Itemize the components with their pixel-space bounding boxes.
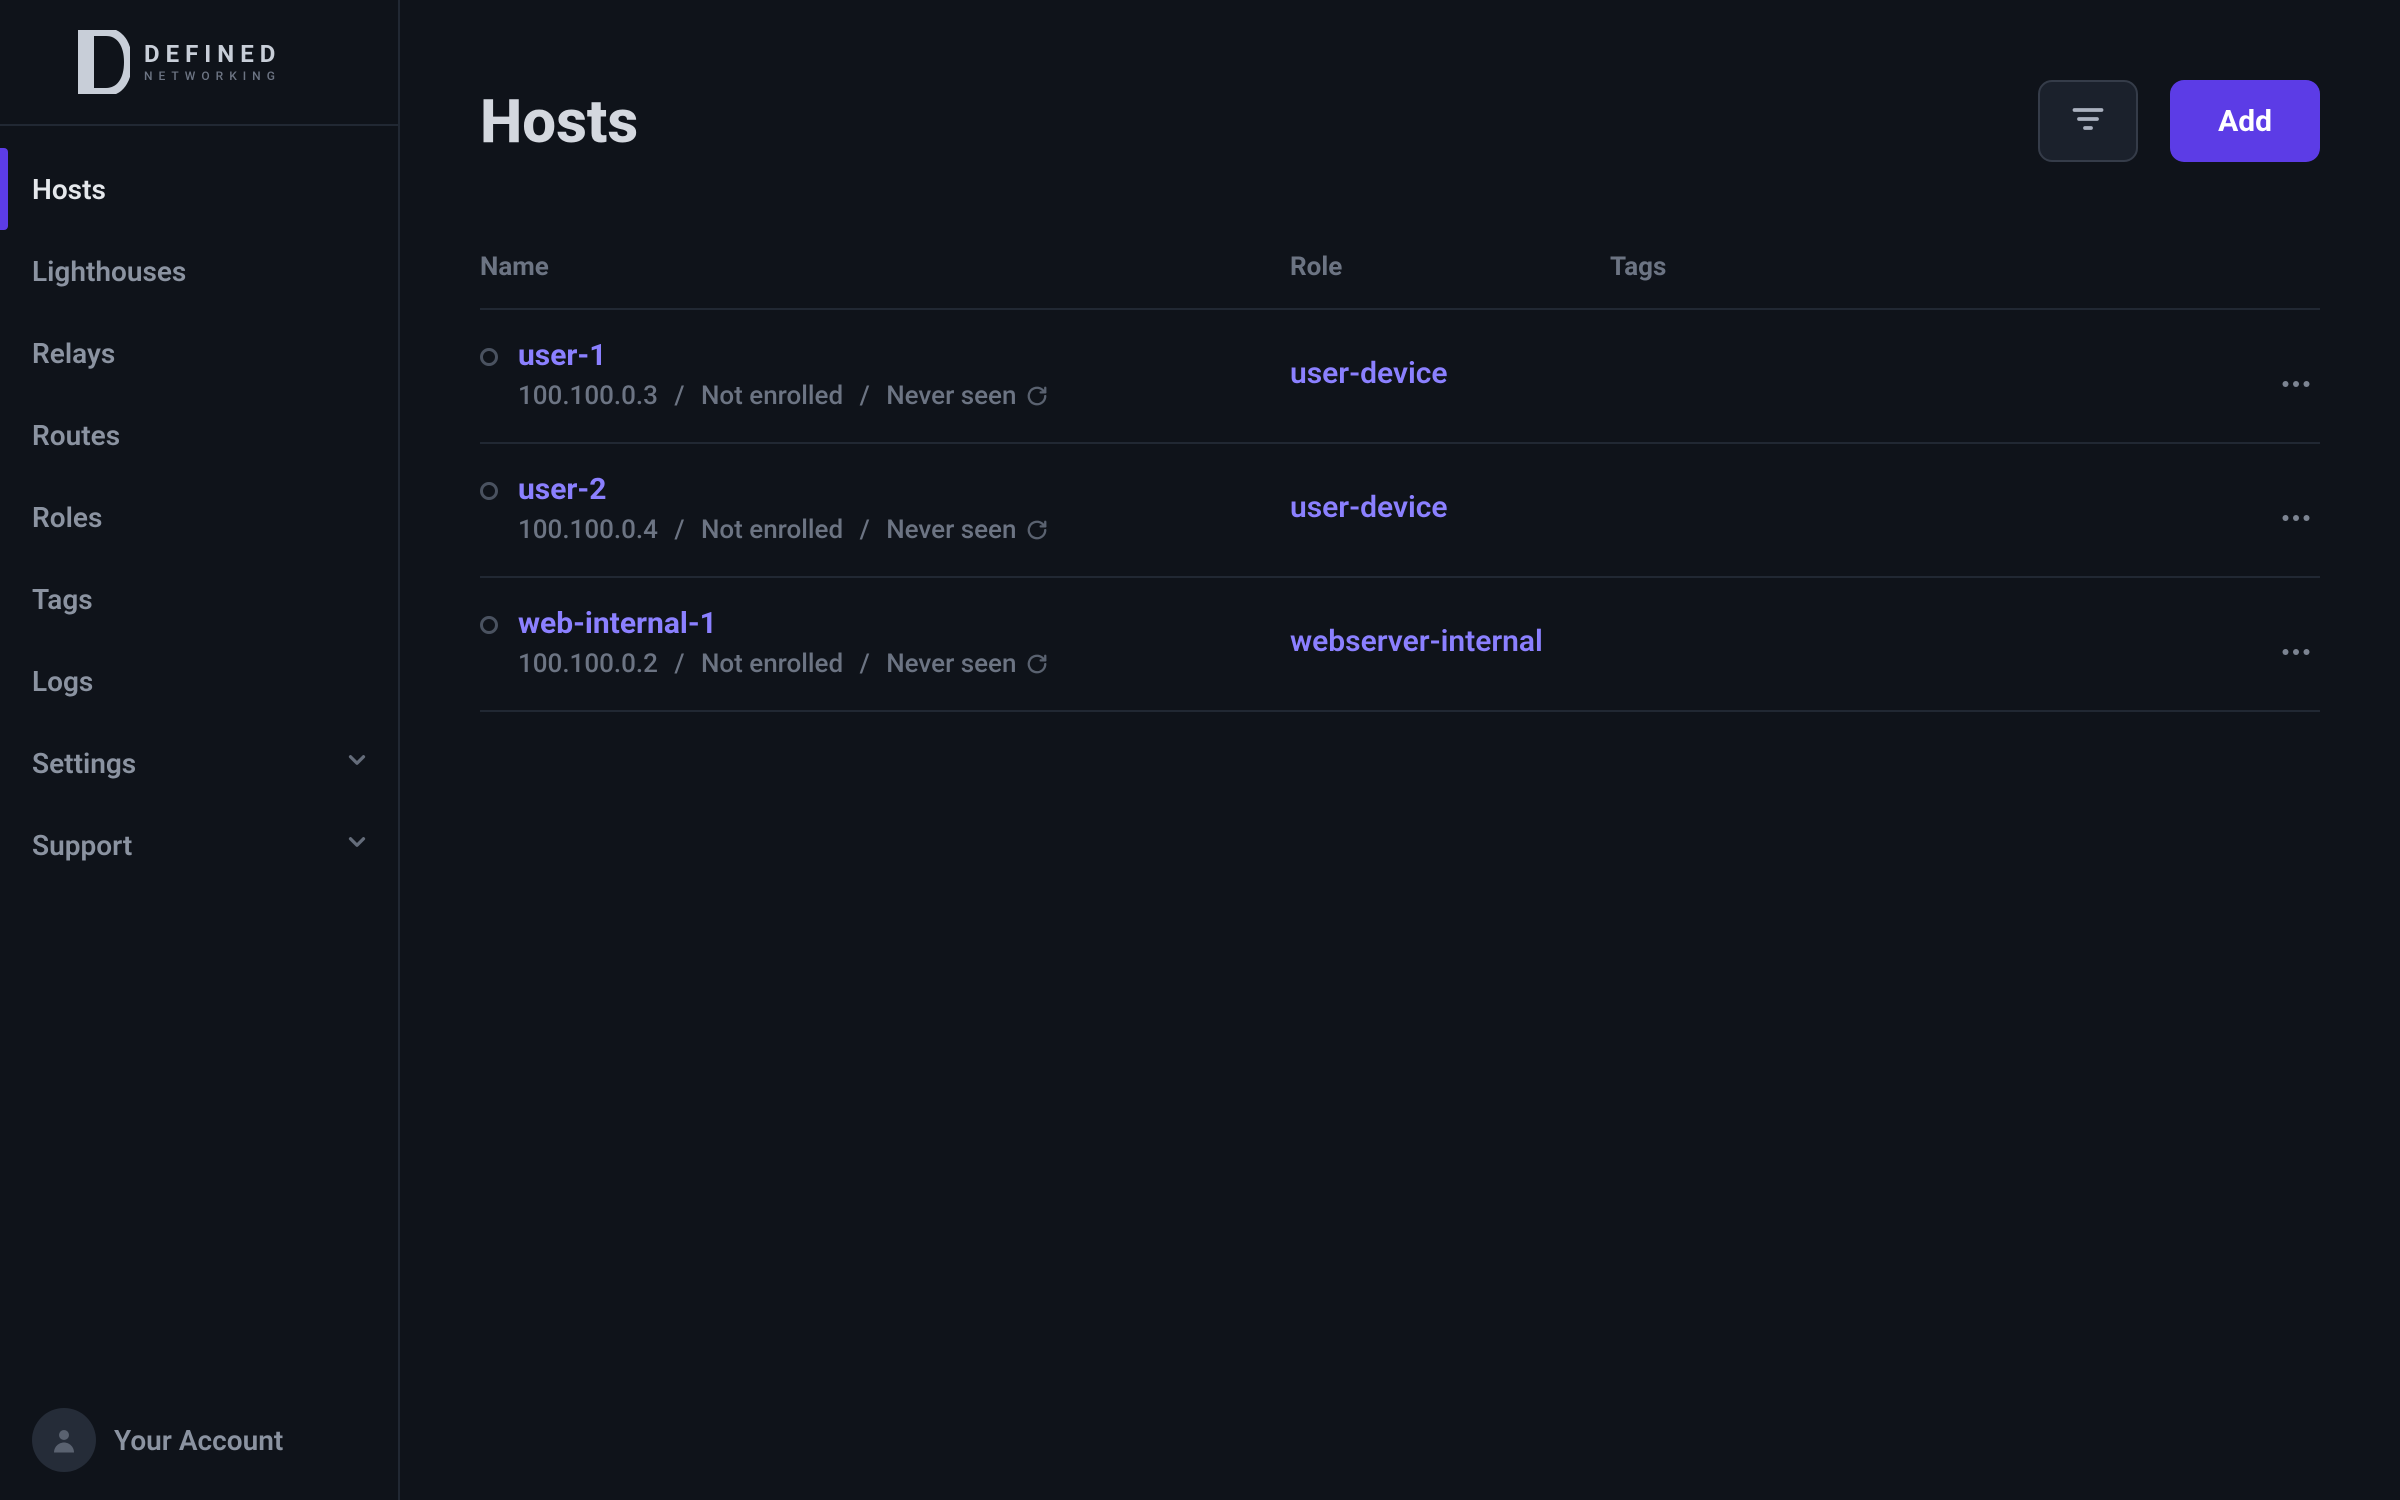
account-label: Your Account — [114, 1424, 283, 1457]
row-actions-button[interactable] — [2272, 360, 2320, 412]
sidebar-item-tags[interactable]: Tags — [0, 558, 398, 640]
page-header: Hosts Add — [480, 80, 2320, 162]
host-subtext: 100.100.0.3 / Not enrolled / Never seen — [518, 381, 1048, 411]
status-indicator-icon — [480, 616, 498, 634]
more-horizontal-icon — [2278, 391, 2314, 406]
sidebar-item-lighthouses[interactable]: Lighthouses — [0, 230, 398, 312]
sidebar: DEFINED NETWORKING Hosts Lighthouses Rel… — [0, 0, 400, 1500]
account-button[interactable]: Your Account — [0, 1380, 398, 1500]
sidebar-item-routes[interactable]: Routes — [0, 394, 398, 476]
sidebar-item-label: Settings — [32, 747, 136, 780]
table-row: user-1 100.100.0.3 / Not enrolled / Neve… — [480, 310, 2320, 444]
column-header-name: Name — [480, 252, 1290, 282]
main-content: Hosts Add Name Role Tags user — [400, 0, 2400, 1500]
sidebar-item-support[interactable]: Support — [0, 804, 398, 886]
sidebar-item-logs[interactable]: Logs — [0, 640, 398, 722]
status-indicator-icon — [480, 348, 498, 366]
host-role-link[interactable]: user-device — [1290, 356, 1448, 391]
user-icon — [32, 1408, 96, 1472]
sidebar-item-label: Lighthouses — [32, 255, 186, 288]
sidebar-item-label: Routes — [32, 419, 120, 452]
column-header-role: Role — [1290, 252, 1610, 282]
sidebar-item-label: Hosts — [32, 173, 106, 206]
host-subtext: 100.100.0.4 / Not enrolled / Never seen — [518, 515, 1048, 545]
sidebar-item-hosts[interactable]: Hosts — [0, 148, 398, 230]
chevron-down-icon — [344, 747, 370, 780]
refresh-icon[interactable] — [1026, 519, 1048, 541]
sidebar-item-relays[interactable]: Relays — [0, 312, 398, 394]
sidebar-item-label: Relays — [32, 337, 115, 370]
sidebar-item-settings[interactable]: Settings — [0, 722, 398, 804]
filter-icon — [2070, 101, 2106, 141]
logo-mark-icon — [78, 30, 130, 94]
host-subtext: 100.100.0.2 / Not enrolled / Never seen — [518, 649, 1048, 679]
host-name-link[interactable]: user-1 — [518, 338, 1048, 373]
refresh-icon[interactable] — [1026, 385, 1048, 407]
brand-line1: DEFINED — [144, 42, 281, 66]
row-actions-button[interactable] — [2272, 628, 2320, 680]
status-indicator-icon — [480, 482, 498, 500]
table-header: Name Role Tags — [480, 252, 2320, 310]
sidebar-item-label: Tags — [32, 583, 93, 616]
add-button[interactable]: Add — [2170, 80, 2320, 162]
table-row: user-2 100.100.0.4 / Not enrolled / Neve… — [480, 444, 2320, 578]
sidebar-nav: Hosts Lighthouses Relays Routes Roles Ta… — [0, 126, 398, 1380]
refresh-icon[interactable] — [1026, 653, 1048, 675]
chevron-down-icon — [344, 829, 370, 862]
sidebar-item-label: Roles — [32, 501, 102, 534]
hosts-table: Name Role Tags user-1 100.100.0.3 / Not … — [480, 252, 2320, 712]
row-actions-button[interactable] — [2272, 494, 2320, 546]
more-horizontal-icon — [2278, 525, 2314, 540]
more-horizontal-icon — [2278, 659, 2314, 674]
column-header-tags: Tags — [1610, 252, 2240, 282]
host-role-link[interactable]: webserver-internal — [1290, 624, 1543, 659]
host-role-link[interactable]: user-device — [1290, 490, 1448, 525]
page-title: Hosts — [480, 86, 638, 157]
filter-button[interactable] — [2038, 80, 2138, 162]
sidebar-item-label: Support — [32, 829, 132, 862]
host-name-link[interactable]: user-2 — [518, 472, 1048, 507]
table-row: web-internal-1 100.100.0.2 / Not enrolle… — [480, 578, 2320, 712]
sidebar-item-label: Logs — [32, 665, 93, 698]
sidebar-item-roles[interactable]: Roles — [0, 476, 398, 558]
brand-line2: NETWORKING — [144, 70, 281, 82]
logo[interactable]: DEFINED NETWORKING — [0, 0, 398, 126]
host-name-link[interactable]: web-internal-1 — [518, 606, 1048, 641]
